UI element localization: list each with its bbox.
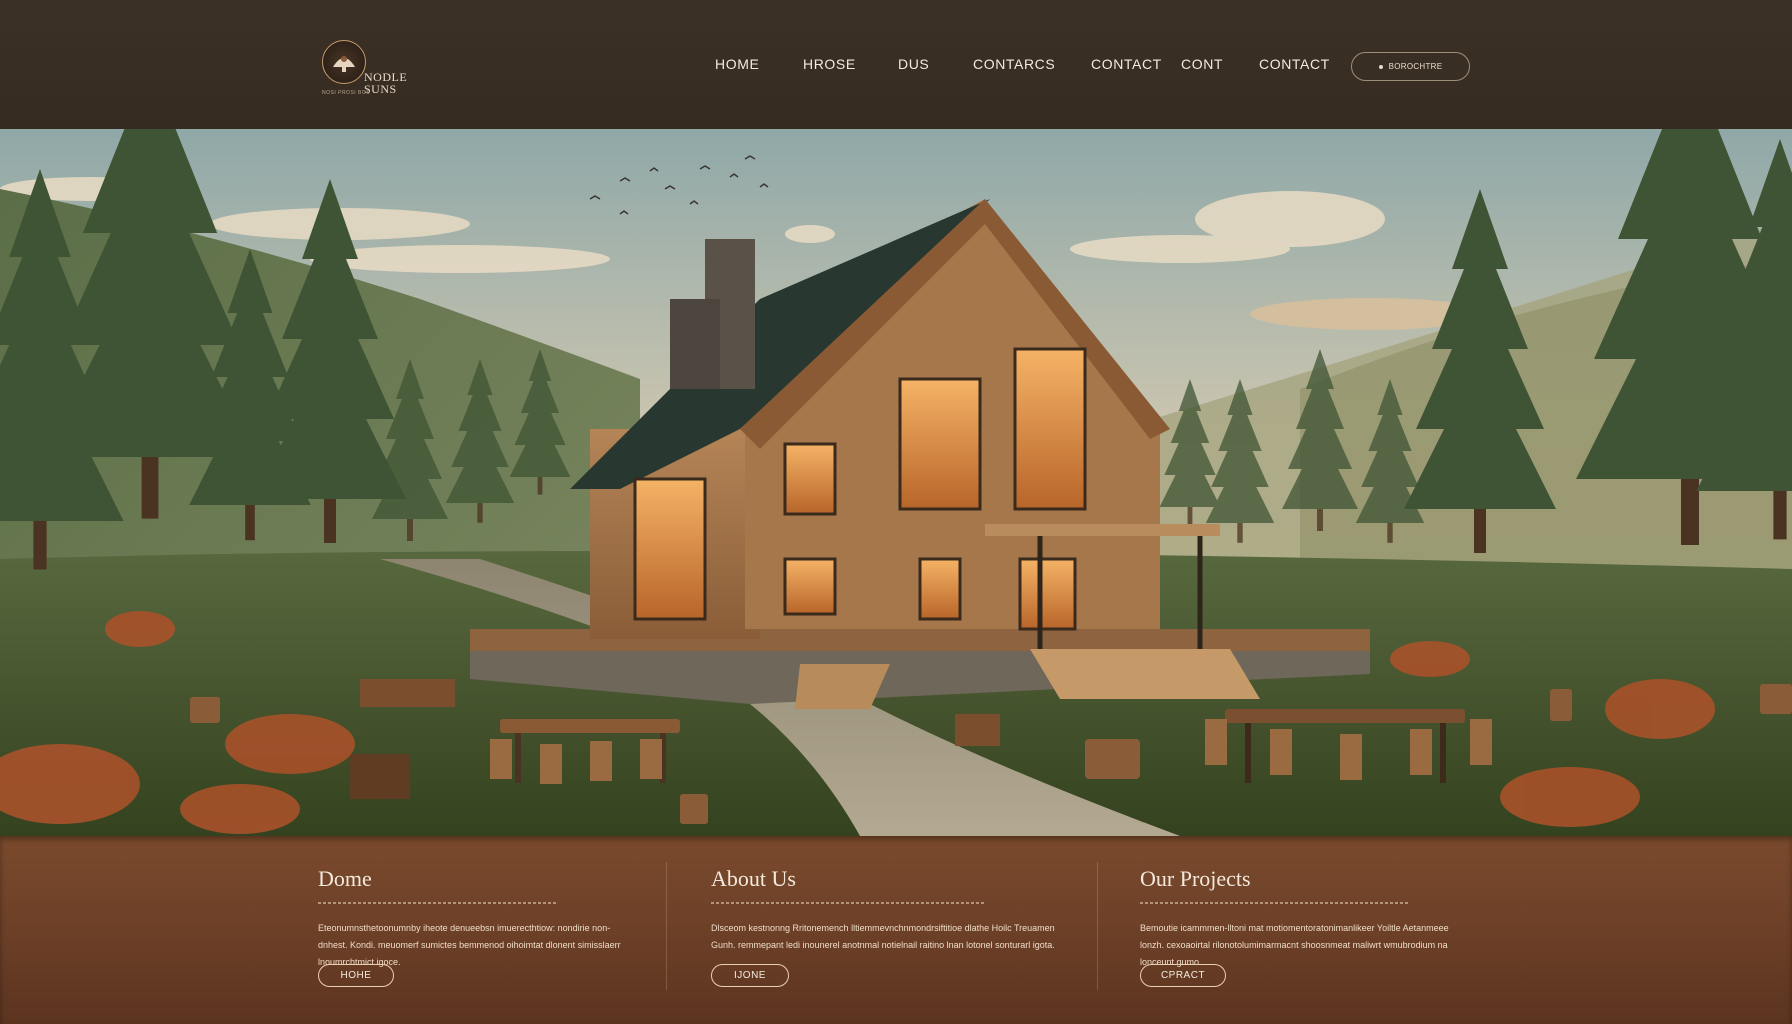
panel-rule (711, 902, 986, 904)
hero-illustration (0, 129, 1792, 836)
panel-text: Dlsceom kestnonng Rritonemench lltiemmev… (711, 923, 1055, 950)
panel-title: About Us (711, 866, 796, 891)
panel-home: Dome Eteonumnsthetoonumnby iheote denuee… (318, 836, 648, 1024)
panel-our-projects: Our Projects Bemoutie icammmen-lltoni ma… (1140, 836, 1480, 1024)
divider (1097, 862, 1098, 990)
nav-item-contarcs[interactable]: CONTARCS (973, 56, 1055, 72)
bullet-icon (1378, 64, 1383, 69)
logo-wordmark: NODLE SUNS (364, 71, 424, 95)
panel-title: Our Projects (1140, 866, 1251, 891)
brochure-button[interactable]: BOROCHTRE (1351, 52, 1470, 81)
site-header: NODLE SUNS NOSI PROSI BOS HOME HROSE DUS… (0, 0, 1792, 129)
home-button[interactable]: HOHE (318, 964, 394, 987)
hero-banner (0, 129, 1792, 836)
nav-item-dus[interactable]: DUS (898, 56, 929, 72)
contact-button[interactable]: CPRACT (1140, 964, 1226, 987)
panel-about-us: About Us Dlsceom kestnonng Rritonemench … (711, 836, 1071, 1024)
site-logo[interactable]: NODLE SUNS NOSI PROSI BOS (318, 40, 428, 100)
nav-item-contact-1[interactable]: CONTACT (1091, 56, 1162, 72)
about-button[interactable]: IJONE (711, 964, 789, 987)
nav-item-contact-2[interactable]: CONTACT (1259, 56, 1330, 72)
panel-title: Dome (318, 866, 372, 891)
info-panels: Dome Eteonumnsthetoonumnby iheote denuee… (0, 836, 1792, 1024)
brochure-button-label: BOROCHTRE (1388, 62, 1443, 71)
nav-item-cont[interactable]: CONT (1181, 56, 1223, 72)
logo-tagline: NOSI PROSI BOS (322, 90, 371, 96)
divider (666, 862, 667, 990)
logo-emblem-icon (322, 40, 366, 84)
nav-item-home[interactable]: HOME (715, 56, 759, 72)
logo-name-line-2: SUNS (364, 82, 397, 96)
nav-item-hrose[interactable]: HROSE (803, 56, 856, 72)
panel-rule (318, 902, 558, 904)
panel-rule (1140, 902, 1410, 904)
